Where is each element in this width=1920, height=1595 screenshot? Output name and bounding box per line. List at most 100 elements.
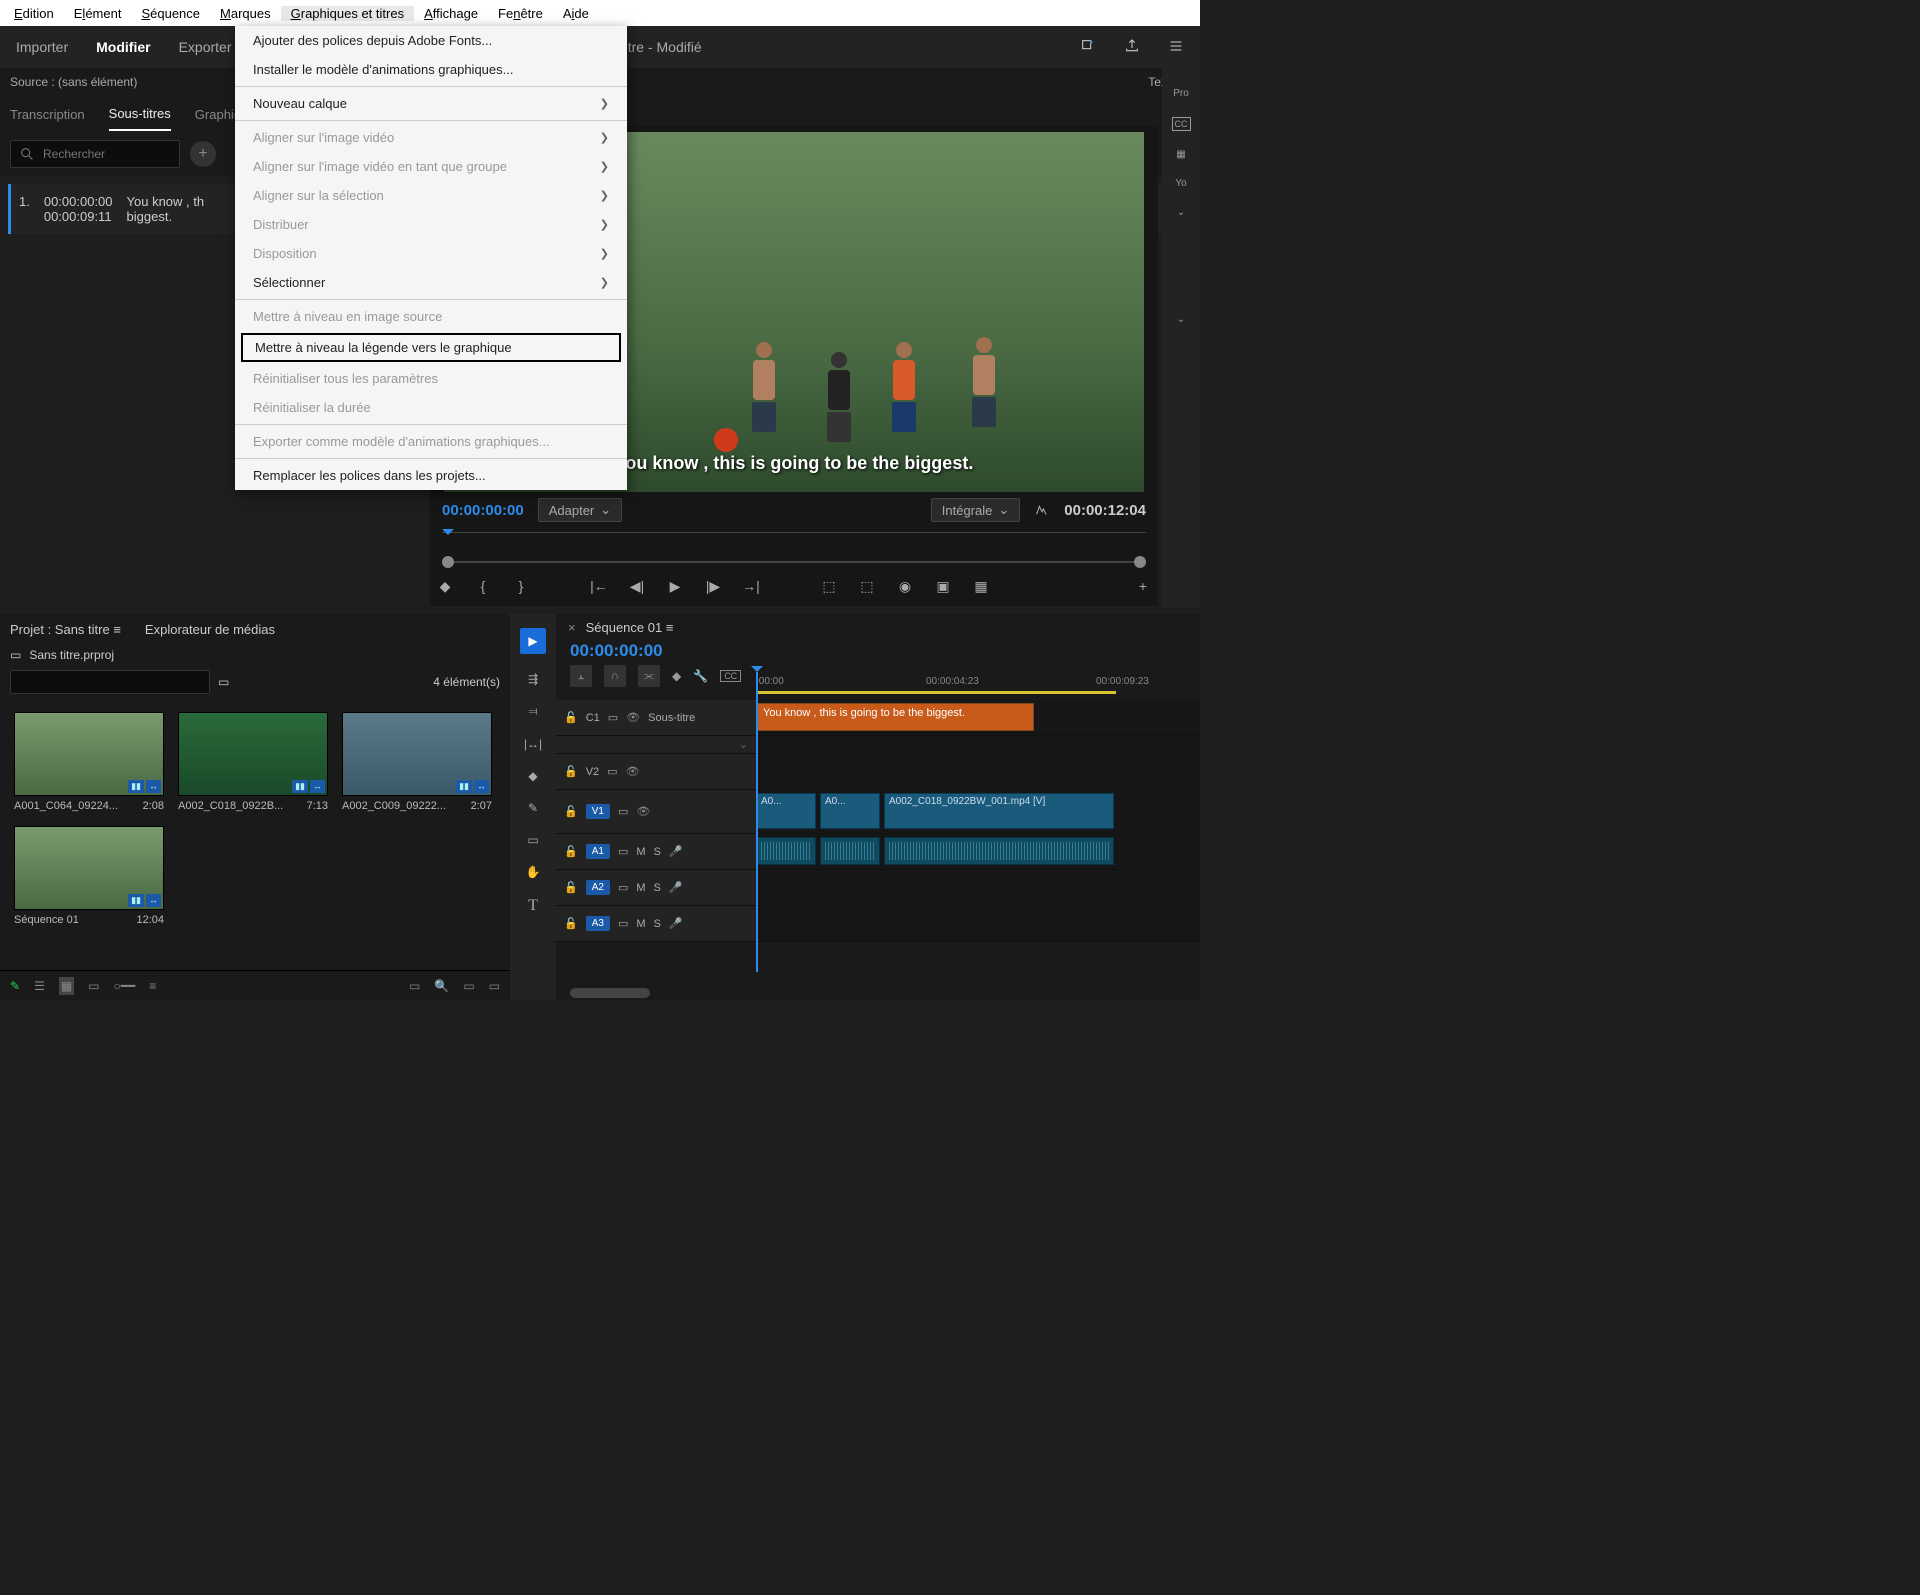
sequence-tab[interactable]: Séquence 01 ≡ xyxy=(586,620,674,635)
mic-icon[interactable]: 🎤 xyxy=(669,881,683,894)
solo-icon[interactable]: S xyxy=(654,846,661,858)
freeform-view-icon[interactable]: ▭ xyxy=(88,979,99,993)
rail-yo[interactable]: Yo xyxy=(1175,178,1186,189)
lock-icon[interactable]: 🔓 xyxy=(564,917,578,930)
lock-icon[interactable]: 🔓 xyxy=(564,845,578,858)
lock-icon[interactable]: 🔓 xyxy=(564,765,578,778)
settings-icon[interactable] xyxy=(1034,501,1050,520)
fit-dropdown[interactable]: Adapter⌄ xyxy=(538,498,622,522)
solo-icon[interactable]: S xyxy=(654,882,661,894)
eye-icon[interactable]: 👁 xyxy=(626,765,640,778)
toggle-icon[interactable]: ▭ xyxy=(608,711,618,724)
monitor-tc-in[interactable]: 00:00:00:00 xyxy=(442,502,524,519)
eye-icon[interactable]: 👁 xyxy=(626,711,640,724)
timeline-timecode[interactable]: 00:00:00:00 xyxy=(556,641,1200,661)
tab-sous-titres[interactable]: Sous-titres xyxy=(109,98,171,131)
resolution-dropdown[interactable]: Intégrale⌄ xyxy=(931,498,1021,522)
video-clip[interactable]: A002_C018_0922BW_001.mp4 [V] xyxy=(884,793,1114,829)
clip-item[interactable]: ▮▮↔ A001_C064_09224...2:08 xyxy=(14,712,164,812)
solo-icon[interactable]: S xyxy=(654,918,661,930)
linked-sel-icon[interactable]: ⫘ xyxy=(638,665,660,687)
menu-upgrade-caption-to-graphic[interactable]: Mettre à niveau la légende vers le graph… xyxy=(241,333,621,362)
menu-affichage[interactable]: Affichage xyxy=(414,6,488,21)
sort-icon[interactable]: ≡ xyxy=(149,979,156,993)
razor-tool-icon[interactable]: ◆ xyxy=(528,769,537,783)
clip-item[interactable]: ▮▮↔ Séquence 0112:04 xyxy=(14,826,164,926)
c1-label[interactable]: C1 xyxy=(586,712,600,724)
step-fwd-icon[interactable]: |▶ xyxy=(704,578,722,595)
extract-icon[interactable]: ⬚ xyxy=(858,578,876,595)
add-caption-button[interactable]: + xyxy=(190,141,216,167)
clip-item[interactable]: ▮▮↔ A002_C009_09222...2:07 xyxy=(342,712,492,812)
menu-marques[interactable]: Marques xyxy=(210,6,281,21)
icon-view-icon[interactable]: ▦ xyxy=(59,977,74,995)
rectangle-tool-icon[interactable]: ▭ xyxy=(527,833,538,847)
menu-replace-fonts[interactable]: Remplacer les polices dans les projets..… xyxy=(235,461,627,490)
selection-tool-icon[interactable]: ▶ xyxy=(520,628,546,654)
lock-icon[interactable]: 🔓 xyxy=(564,805,578,818)
menu-select[interactable]: Sélectionner❯ xyxy=(235,268,627,297)
magnet-icon[interactable]: ∩ xyxy=(604,665,626,687)
find-icon[interactable]: 🔍 xyxy=(434,979,449,993)
compare-icon[interactable]: ▣ xyxy=(934,578,952,595)
wrench-icon[interactable]: 🔧 xyxy=(693,669,708,683)
tab-media-browser[interactable]: Explorateur de médias xyxy=(145,622,275,637)
zoom-slider[interactable]: ○━━ xyxy=(114,979,136,993)
rail-chevron1[interactable]: ⌄ xyxy=(1177,207,1185,218)
playhead-icon[interactable] xyxy=(442,529,454,541)
eye-icon[interactable]: 👁 xyxy=(636,805,650,818)
lock-icon[interactable]: 🔓 xyxy=(564,711,578,724)
hand-tool-icon[interactable]: ✋ xyxy=(526,865,541,879)
toggle-icon[interactable]: ▭ xyxy=(618,845,628,858)
monitor-ruler[interactable] xyxy=(442,532,1146,552)
audio-clip[interactable] xyxy=(756,837,816,865)
menu-fenetre[interactable]: Fenêtre xyxy=(488,6,553,21)
export-frame-icon[interactable]: ◉ xyxy=(896,578,914,595)
menu-add-fonts[interactable]: Ajouter des polices depuis Adobe Fonts..… xyxy=(235,26,627,55)
audio-clip[interactable] xyxy=(884,837,1114,865)
toggle-icon[interactable]: ▭ xyxy=(618,805,628,818)
menu-graphiques[interactable]: Graphiques et titres xyxy=(281,6,414,21)
share-icon[interactable] xyxy=(1124,38,1140,57)
menu-install-mogrt[interactable]: Installer le modèle d'animations graphiq… xyxy=(235,55,627,84)
video-clip[interactable]: A0... xyxy=(820,793,880,829)
mic-icon[interactable]: 🎤 xyxy=(669,917,683,930)
mute-icon[interactable]: M xyxy=(636,918,645,930)
pen-tool-icon[interactable]: ✎ xyxy=(528,801,538,815)
toggle-icon[interactable]: ▭ xyxy=(618,881,628,894)
list-view-icon[interactable]: ☰ xyxy=(34,979,45,993)
mute-icon[interactable]: M xyxy=(636,846,645,858)
rail-cc-icon[interactable]: CC xyxy=(1172,117,1191,131)
search-input[interactable]: Rechercher xyxy=(10,140,180,168)
new-item-icon[interactable]: ▭ xyxy=(489,979,500,993)
cc-icon[interactable]: CC xyxy=(720,670,741,682)
toggle-icon[interactable]: ▭ xyxy=(607,765,617,778)
freeform-icon[interactable]: ✎ xyxy=(10,979,20,993)
type-tool-icon[interactable]: T xyxy=(528,897,538,915)
video-clip[interactable]: A0... xyxy=(756,793,816,829)
monitor-scrubber[interactable] xyxy=(442,556,1146,568)
ripple-tool-icon[interactable]: ⫤ xyxy=(528,704,537,719)
rail-chevron2[interactable]: ⌄ xyxy=(1177,314,1185,325)
menu-sequence[interactable]: Séquence xyxy=(131,6,210,21)
mute-icon[interactable]: M xyxy=(636,882,645,894)
menu-edition[interactable]: Edition xyxy=(4,6,64,21)
step-back-icon[interactable]: ◀| xyxy=(628,578,646,595)
tab-transcription[interactable]: Transcription xyxy=(10,99,85,130)
menu-new-layer[interactable]: Nouveau calque❯ xyxy=(235,89,627,118)
new-bin-icon[interactable]: ▭ xyxy=(218,675,229,689)
work-area-bar[interactable] xyxy=(756,691,1116,694)
go-to-out-icon[interactable]: →| xyxy=(742,578,760,595)
timeline-ruler[interactable]: ;00:00 00:00:04:23 00:00:09:23 xyxy=(756,676,1190,696)
menu-aide[interactable]: Aide xyxy=(553,6,599,21)
out-point-icon[interactable]: } xyxy=(512,578,530,595)
proxy-icon[interactable]: ▦ xyxy=(972,578,990,595)
auto-seq-icon[interactable]: ▭ xyxy=(409,979,420,993)
ws-exporter[interactable]: Exporter xyxy=(179,39,232,55)
rate-tool-icon[interactable]: |↔| xyxy=(524,737,542,751)
workspace-menu-icon[interactable] xyxy=(1168,38,1184,57)
lift-icon[interactable]: ⬚ xyxy=(820,578,838,595)
mic-icon[interactable]: 🎤 xyxy=(669,845,683,858)
rail-essential-graphics-icon[interactable]: ▦ xyxy=(1176,149,1185,160)
clip-item[interactable]: ▮▮↔ A002_C018_0922B...7:13 xyxy=(178,712,328,812)
